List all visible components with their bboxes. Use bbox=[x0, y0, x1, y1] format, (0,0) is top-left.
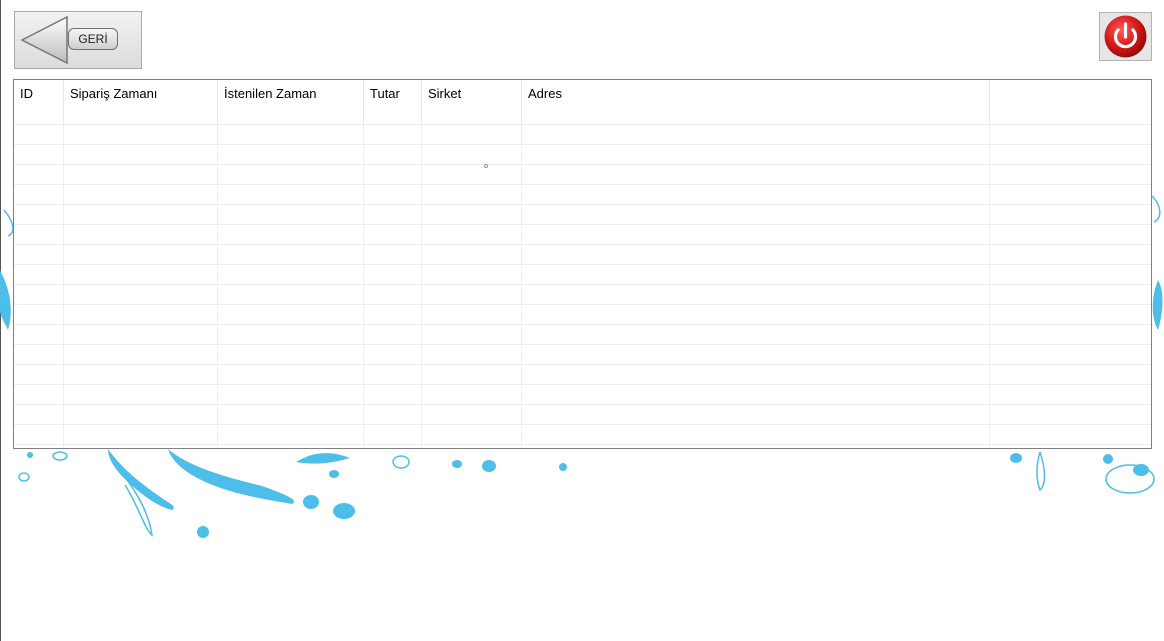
row-divider bbox=[14, 164, 1151, 165]
row-divider bbox=[14, 364, 1151, 365]
power-icon bbox=[1104, 15, 1147, 58]
column-divider bbox=[217, 124, 218, 448]
column-header-filler bbox=[990, 80, 1151, 124]
row-divider bbox=[14, 264, 1151, 265]
row-divider bbox=[14, 284, 1151, 285]
column-header-company[interactable]: Sirket bbox=[422, 80, 522, 124]
row-divider bbox=[14, 324, 1151, 325]
column-header-amount[interactable]: Tutar bbox=[364, 80, 422, 124]
row-divider bbox=[14, 144, 1151, 145]
row-divider bbox=[14, 424, 1151, 425]
row-divider bbox=[14, 244, 1151, 245]
row-divider bbox=[14, 224, 1151, 225]
grid-header: ID Sipariş Zamanı İstenilen Zaman Tutar … bbox=[14, 80, 1151, 124]
back-button-label: GERİ bbox=[68, 28, 118, 50]
row-divider bbox=[14, 444, 1151, 445]
column-header-id[interactable]: ID bbox=[14, 80, 64, 124]
orders-grid[interactable]: ID Sipariş Zamanı İstenilen Zaman Tutar … bbox=[13, 79, 1152, 449]
row-divider bbox=[14, 204, 1151, 205]
column-divider bbox=[63, 124, 64, 448]
power-button[interactable] bbox=[1099, 12, 1152, 61]
loading-indicator bbox=[484, 164, 488, 168]
column-divider bbox=[521, 124, 522, 448]
row-divider bbox=[14, 184, 1151, 185]
column-divider bbox=[363, 124, 364, 448]
row-divider bbox=[14, 404, 1151, 405]
column-header-address[interactable]: Adres bbox=[522, 80, 990, 124]
row-divider bbox=[14, 304, 1151, 305]
row-divider bbox=[14, 124, 1151, 125]
row-divider bbox=[14, 384, 1151, 385]
column-divider bbox=[421, 124, 422, 448]
row-divider bbox=[14, 344, 1151, 345]
back-button[interactable]: GERİ bbox=[14, 11, 142, 69]
column-header-order-time[interactable]: Sipariş Zamanı bbox=[64, 80, 218, 124]
column-divider bbox=[989, 124, 990, 448]
column-header-requested-time[interactable]: İstenilen Zaman bbox=[218, 80, 364, 124]
